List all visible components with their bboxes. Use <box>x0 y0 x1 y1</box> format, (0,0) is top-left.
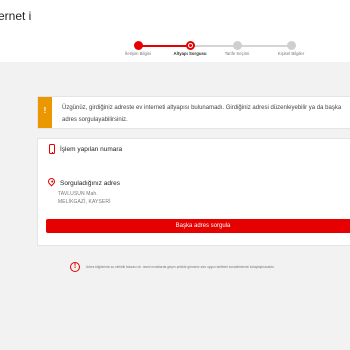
address-row-title: Sorguladığınız adres <box>60 180 120 187</box>
address-district-city: MELİKGAZİ, KAYSERİ <box>58 199 111 205</box>
step-2-label: Altyapı Sorgusu <box>173 51 207 56</box>
alert-bar: ! <box>38 97 52 128</box>
step-1-dot <box>134 41 143 50</box>
step-3-dot <box>233 41 242 50</box>
step-4-label: Kişisel Bilgiler <box>277 51 305 56</box>
info-note-text: Adres bilgilerinizi su elektrik faturası… <box>86 265 275 269</box>
no-infrastructure-alert: ! Üzgünüz, girdiğiniz adreste ev interne… <box>37 96 350 129</box>
query-another-address-button[interactable]: Başka adres sorgula <box>46 219 350 233</box>
exclamation-icon: ! <box>43 106 47 115</box>
step-3-label: Tarife Seçimi <box>224 51 250 56</box>
step-1-label: İletişim Bilgisi <box>125 51 151 56</box>
step-4-dot <box>287 41 296 50</box>
info-note: ! Adres bilgilerinizi su elektrik fatura… <box>70 262 350 274</box>
address-summary-card: İşlem yapılan numara Sorguladığınız adre… <box>37 138 350 246</box>
address-neighborhood: TAVLUSUN Mah. <box>58 191 98 197</box>
alert-message: Üzgünüz, girdiğiniz adreste ev interneti… <box>62 105 342 123</box>
info-icon: ! <box>70 262 80 272</box>
step-2-dot <box>186 41 195 50</box>
phone-icon <box>49 144 55 154</box>
phone-row-title: İşlem yapılan numara <box>60 146 123 153</box>
stepper-line-done <box>138 45 190 47</box>
progress-stepper: İletişim Bilgisi Altyapı Sorgusu Tarife … <box>0 0 350 62</box>
top-header: ernet i İletişim Bilgisi Altyapı Sorgusu… <box>0 0 350 62</box>
location-pin-icon <box>46 176 57 187</box>
